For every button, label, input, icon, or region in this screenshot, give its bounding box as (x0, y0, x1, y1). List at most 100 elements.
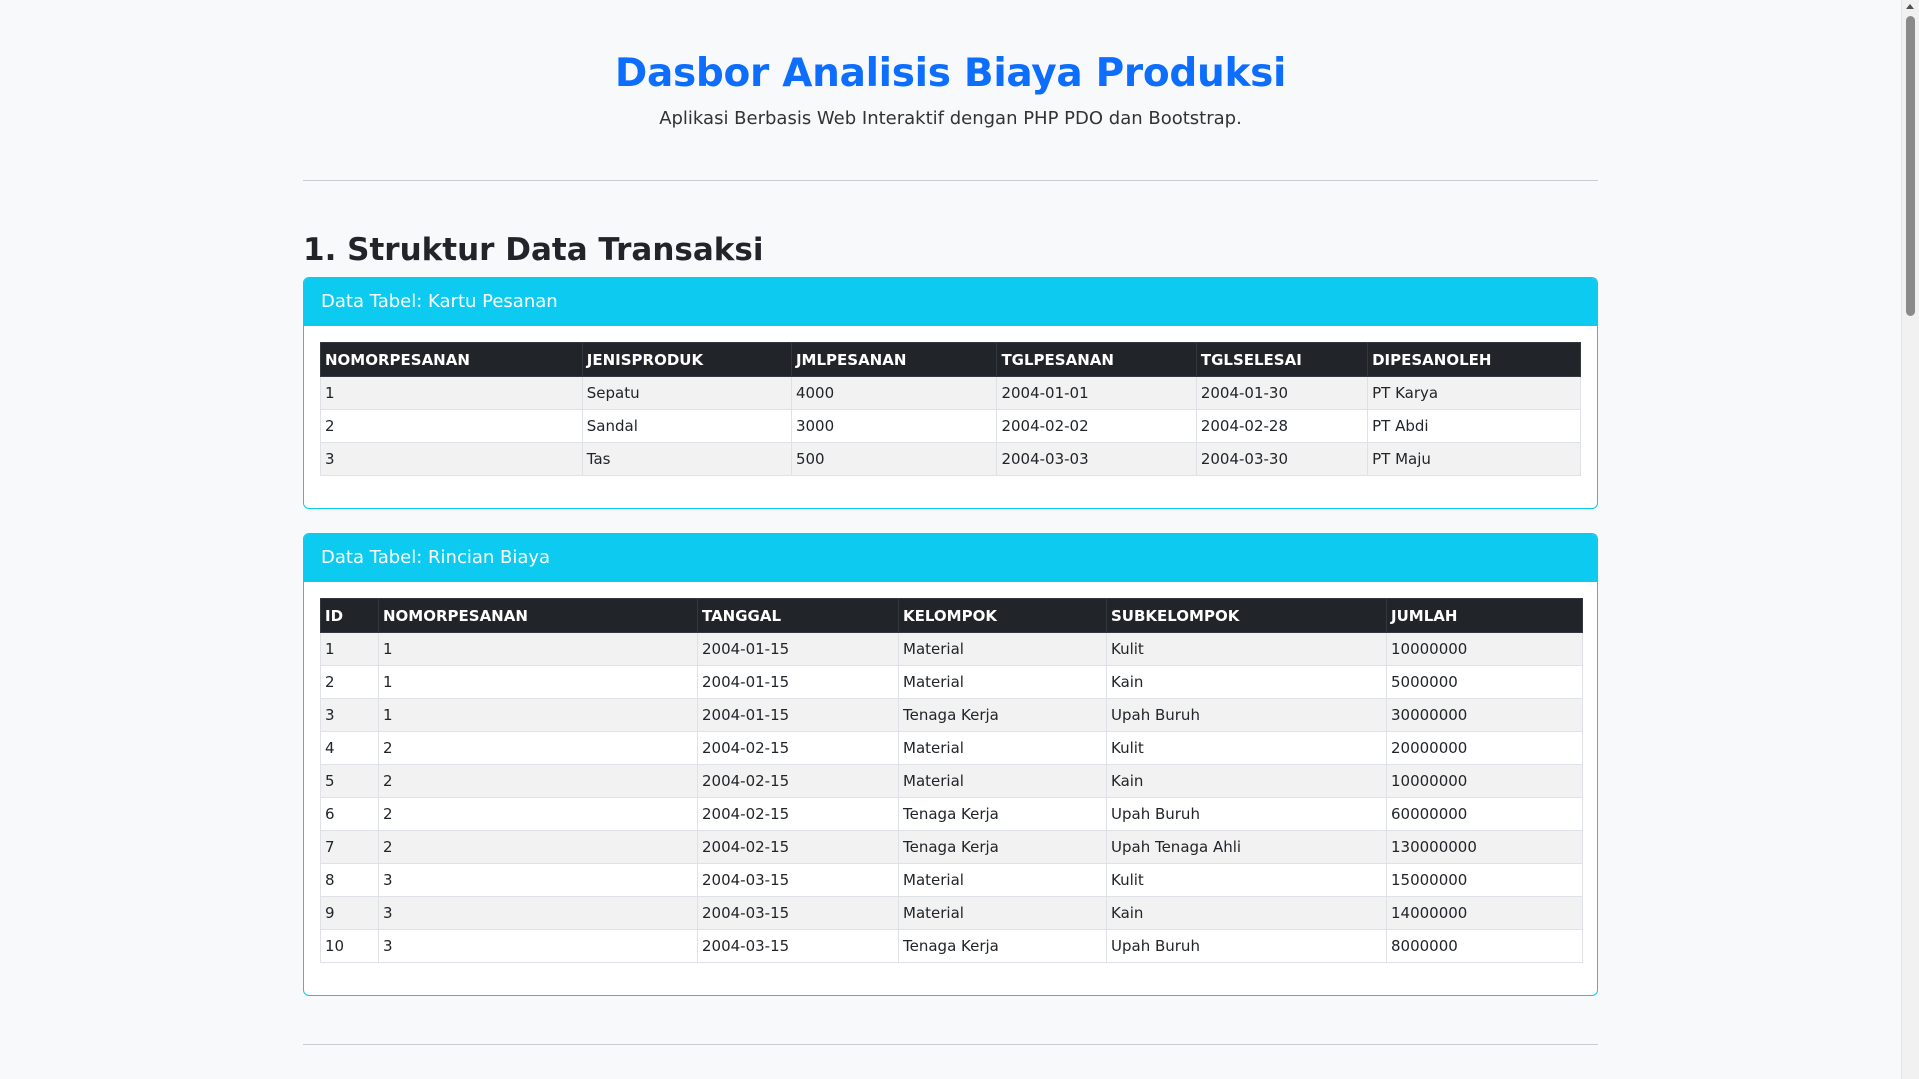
table-cell: Kulit (1106, 632, 1387, 666)
table-row: 2 1 2004-01-15 Material Kain 5000000 (320, 665, 1583, 699)
table-cell: 2004-03-15 (697, 896, 899, 930)
table-cell: 8000000 (1386, 929, 1583, 963)
column-header-jenisproduk: JENISPRODUK (581, 342, 792, 377)
table-cell: Tas (581, 442, 792, 476)
page-subtitle: Aplikasi Berbasis Web Interaktif dengan … (659, 108, 1242, 129)
column-header-tglselesai: TGLSELESAI (1195, 342, 1369, 377)
table-cell: Material (898, 764, 1107, 798)
column-header-tglpesanan: TGLPESANAN (996, 342, 1197, 377)
table-cell: Sandal (581, 409, 792, 443)
table-cell: PT Maju (1367, 442, 1581, 476)
card-body-kartu-pesanan: NOMORPESANAN JENISPRODUK JMLPESANAN TGLP… (304, 326, 1597, 508)
column-header-subkelompok: SUBKELOMPOK (1106, 598, 1387, 633)
table-row: 2 Sandal 3000 2004-02-02 2004-02-28 PT A… (320, 409, 1581, 443)
table-cell: Material (898, 731, 1107, 765)
card-header-kartu-pesanan: Data Tabel: Kartu Pesanan (304, 278, 1597, 326)
card-body-rincian-biaya: ID NOMORPESANAN TANGGAL KELOMPOK SUBKELO… (304, 582, 1597, 995)
table-cell: 2004-01-15 (697, 665, 899, 699)
table-rincian-biaya: ID NOMORPESANAN TANGGAL KELOMPOK SUBKELO… (320, 598, 1583, 963)
table-cell: 2004-02-28 (1195, 409, 1369, 443)
table-cell: 2 (378, 731, 698, 765)
table-cell: 2 (378, 764, 698, 798)
table-cell: 500 (790, 442, 998, 476)
table-row: 8 3 2004-03-15 Material Kulit 15000000 (320, 863, 1583, 897)
table-cell: 3 (378, 929, 698, 963)
table-cell: 2004-03-30 (1195, 442, 1369, 476)
table-cell: 2004-01-15 (697, 632, 899, 666)
table-cell: 5000000 (1386, 665, 1583, 699)
column-header-nomorpesanan: NOMORPESANAN (320, 342, 583, 377)
scroll-up-arrow-icon[interactable] (1906, 4, 1914, 9)
table-cell: 60000000 (1386, 797, 1583, 831)
section-divider (303, 1044, 1598, 1045)
table-cell: 15000000 (1386, 863, 1583, 897)
table-row: 4 2 2004-02-15 Material Kulit 20000000 (320, 731, 1583, 765)
table-cell: 2004-03-15 (697, 929, 899, 963)
table-cell: 4000 (790, 376, 998, 410)
table-cell: Material (898, 896, 1107, 930)
table-cell: 2004-01-01 (996, 376, 1197, 410)
table-cell: 20000000 (1386, 731, 1583, 765)
table-cell: 2004-03-03 (996, 442, 1197, 476)
table-cell: 1 (320, 376, 583, 410)
page-header: Dasbor Analisis Biaya Produksi Aplikasi … (303, 0, 1598, 132)
table-cell: 6 (320, 797, 379, 831)
table-cell: 2 (320, 665, 379, 699)
table-row: 6 2 2004-02-15 Tenaga Kerja Upah Buruh 6… (320, 797, 1583, 831)
table-cell: Material (898, 632, 1107, 666)
table-cell: 9 (320, 896, 379, 930)
card-kartu-pesanan: Data Tabel: Kartu Pesanan NOMORPESANAN J… (303, 277, 1598, 509)
scrollbar-thumb[interactable] (1906, 16, 1915, 316)
column-header-kelompok: KELOMPOK (898, 598, 1107, 633)
table-header-row: ID NOMORPESANAN TANGGAL KELOMPOK SUBKELO… (320, 598, 1583, 633)
table-cell: 2004-02-15 (697, 731, 899, 765)
table-row: 10 3 2004-03-15 Tenaga Kerja Upah Buruh … (320, 929, 1583, 963)
table-row: 1 1 2004-01-15 Material Kulit 10000000 (320, 632, 1583, 666)
column-header-tanggal: TANGGAL (697, 598, 899, 633)
table-cell: 1 (378, 665, 698, 699)
column-header-dipesanoleh: DIPESANOLEH (1367, 342, 1581, 377)
table-cell: 3 (378, 896, 698, 930)
vertical-scrollbar[interactable] (1901, 0, 1919, 1079)
table-cell: 1 (378, 698, 698, 732)
table-cell: 2004-01-15 (697, 698, 899, 732)
table-cell: Upah Buruh (1106, 929, 1387, 963)
section-title-struktur-data: 1. Struktur Data Transaksi (303, 232, 764, 268)
table-cell: 3000 (790, 409, 998, 443)
table-cell: 2 (378, 830, 698, 864)
table-cell: Kulit (1106, 731, 1387, 765)
table-header-row: NOMORPESANAN JENISPRODUK JMLPESANAN TGLP… (320, 342, 1581, 377)
table-cell: 2004-02-15 (697, 764, 899, 798)
table-row: 9 3 2004-03-15 Material Kain 14000000 (320, 896, 1583, 930)
table-cell: 3 (320, 698, 379, 732)
table-cell: Upah Tenaga Ahli (1106, 830, 1387, 864)
table-kartu-pesanan: NOMORPESANAN JENISPRODUK JMLPESANAN TGLP… (320, 342, 1581, 476)
header-divider (303, 180, 1598, 181)
table-cell: Kulit (1106, 863, 1387, 897)
table-cell: Upah Buruh (1106, 797, 1387, 831)
column-header-id: ID (320, 598, 379, 633)
table-cell: Tenaga Kerja (898, 698, 1107, 732)
table-cell: Kain (1106, 764, 1387, 798)
card-rincian-biaya: Data Tabel: Rincian Biaya ID NOMORPESANA… (303, 533, 1598, 996)
table-cell: Tenaga Kerja (898, 830, 1107, 864)
column-header-jmlpesanan: JMLPESANAN (790, 342, 998, 377)
table-cell: Material (898, 863, 1107, 897)
page-title: Dasbor Analisis Biaya Produksi (614, 51, 1287, 96)
table-cell: 30000000 (1386, 698, 1583, 732)
table-cell: Tenaga Kerja (898, 797, 1107, 831)
table-cell: PT Karya (1367, 376, 1581, 410)
table-cell: Sepatu (581, 376, 792, 410)
table-row: 7 2 2004-02-15 Tenaga Kerja Upah Tenaga … (320, 830, 1583, 864)
table-cell: Tenaga Kerja (898, 929, 1107, 963)
table-cell: 10000000 (1386, 632, 1583, 666)
card-header-rincian-biaya: Data Tabel: Rincian Biaya (304, 534, 1597, 582)
table-cell: 3 (378, 863, 698, 897)
table-cell: 7 (320, 830, 379, 864)
main-container: Dasbor Analisis Biaya Produksi Aplikasi … (303, 0, 1598, 1045)
table-cell: 1 (320, 632, 379, 666)
table-cell: 2004-03-15 (697, 863, 899, 897)
table-cell: 130000000 (1386, 830, 1583, 864)
table-cell: Kain (1106, 896, 1387, 930)
table-cell: 2004-02-15 (697, 830, 899, 864)
